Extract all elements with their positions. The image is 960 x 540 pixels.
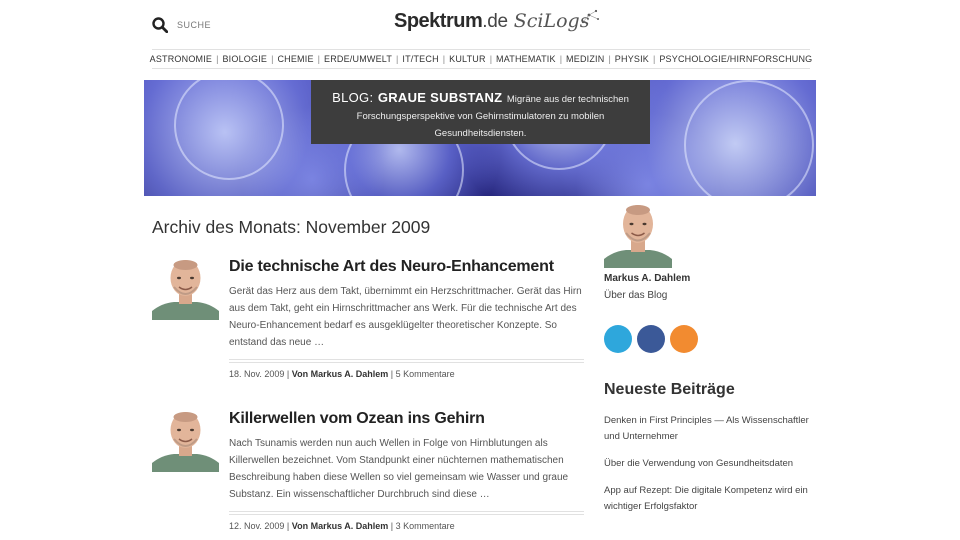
search-button[interactable]: SUCHE: [152, 17, 211, 33]
nav-item-kultur[interactable]: KULTUR: [445, 54, 490, 64]
post-meta: 18. Nov. 2009 | Von Markus A. Dahlem | 5…: [229, 362, 584, 379]
logo-spektrum: Spektrum: [394, 10, 483, 32]
about-blog-link[interactable]: Über das Blog: [604, 290, 667, 301]
nav-item-astronomie[interactable]: ASTRONOMIE: [146, 54, 217, 64]
search-icon: [152, 17, 168, 33]
recent-post-link[interactable]: Über die Verwendung von Gesundheitsdaten: [604, 456, 814, 472]
nav-item-biologie[interactable]: BIOLOGIE: [218, 54, 271, 64]
meta-separator: |: [390, 369, 394, 379]
search-label: SUCHE: [177, 20, 212, 30]
blog-name[interactable]: GRAUE SUBSTANZ: [378, 90, 503, 105]
site-header: SUCHE Spektrum .de SciLogs: [152, 8, 810, 48]
post-date: 18. Nov. 2009: [229, 369, 285, 379]
blog-banner: BLOG: GRAUE SUBSTANZ Migräne aus der tec…: [144, 80, 816, 196]
post-author-link[interactable]: Von Markus A. Dahlem: [292, 369, 389, 379]
site-logo[interactable]: Spektrum .de SciLogs: [394, 9, 600, 33]
recent-post-link[interactable]: App auf Rezept: Die digitale Kompetenz w…: [604, 483, 814, 515]
post-author-link[interactable]: Von Markus A. Dahlem: [292, 521, 389, 531]
sidebar-author-avatar[interactable]: [604, 202, 672, 268]
post-comments-link[interactable]: 5 Kommentare: [396, 369, 455, 379]
author-avatar[interactable]: [152, 409, 219, 472]
nav-item-chemie[interactable]: CHEMIE: [273, 54, 317, 64]
banner-decoration: [174, 80, 284, 180]
banner-decoration: [684, 80, 814, 196]
blog-description-line2: Forschungsperspektive von Gehirnstimulat…: [356, 111, 605, 122]
meta-separator: |: [390, 521, 394, 531]
nav-item-erde-umwelt[interactable]: ERDE/UMWELT: [320, 54, 396, 64]
logo-de: .de: [482, 11, 508, 32]
post-date: 12. Nov. 2009: [229, 521, 285, 531]
nav-item-it-tech[interactable]: IT/TECH: [398, 54, 442, 64]
twitter-button[interactable]: [604, 325, 632, 353]
nav-item-medizin[interactable]: MEDIZIN: [562, 54, 608, 64]
blog-description-line3: Gesundheitsdiensten.: [434, 128, 527, 139]
post-excerpt: Gerät das Herz aus dem Takt, übernimmt e…: [229, 283, 584, 360]
post-body: Die technische Art des Neuro-Enhancement…: [229, 257, 584, 379]
category-nav: ASTRONOMIE | BIOLOGIE | CHEMIE | ERDE/UM…: [150, 49, 812, 69]
recent-post-link[interactable]: Denken in First Principles — Als Wissens…: [604, 413, 814, 445]
logo-scilogs: SciLogs: [513, 10, 590, 32]
post-body: Killerwellen vom Ozean ins Gehirn Nach T…: [229, 409, 584, 531]
blog-label: BLOG:: [332, 90, 374, 105]
rss-button[interactable]: [670, 325, 698, 353]
nav-item-mathematik[interactable]: MATHEMATIK: [492, 54, 560, 64]
post-title[interactable]: Killerwellen vom Ozean ins Gehirn: [229, 409, 584, 429]
meta-separator: |: [286, 369, 290, 379]
sidebar-author-name: Markus A. Dahlem: [604, 273, 691, 284]
facebook-button[interactable]: [637, 325, 665, 353]
post-meta: 12. Nov. 2009 | Von Markus A. Dahlem | 3…: [229, 514, 584, 531]
post-comments-link[interactable]: 3 Kommentare: [396, 521, 455, 531]
nav-item-physik[interactable]: PHYSIK: [611, 54, 653, 64]
meta-separator: |: [286, 521, 290, 531]
recent-posts-heading: Neueste Beiträge: [604, 381, 735, 398]
archive-title: Archiv des Monats: November 2009: [152, 217, 431, 237]
blog-info-box: BLOG: GRAUE SUBSTANZ Migräne aus der tec…: [311, 80, 650, 144]
constellation-icon: [582, 9, 600, 24]
author-avatar[interactable]: [152, 257, 219, 320]
post-title[interactable]: Die technische Art des Neuro-Enhancement: [229, 257, 584, 277]
post-excerpt: Nach Tsunamis werden nun auch Wellen in …: [229, 435, 584, 512]
blog-description-line1: Migräne aus der technischen: [506, 94, 629, 105]
nav-item-psychologie-hirnforschung[interactable]: PSYCHOLOGIE/HIRNFORSCHUNG: [655, 54, 816, 64]
